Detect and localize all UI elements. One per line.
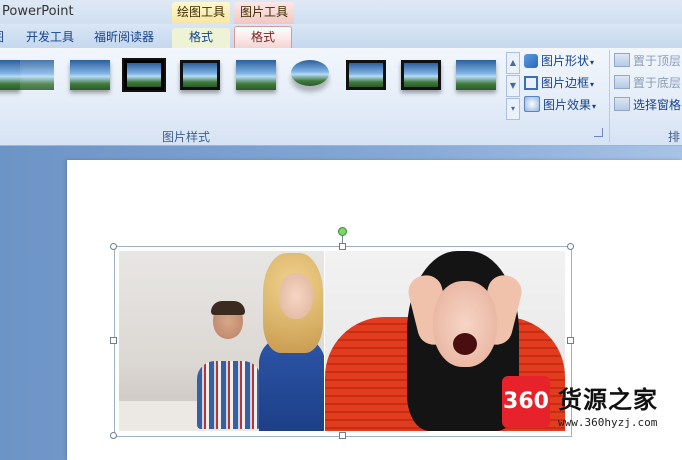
style-thumb[interactable] — [291, 60, 331, 90]
tab-developer[interactable]: 开发工具 — [26, 28, 74, 48]
picture-border-label: 图片边框 — [541, 76, 590, 90]
watermark-title: 货源之家 — [558, 386, 658, 414]
selection-pane-icon — [614, 97, 630, 111]
resize-handle-top-left[interactable] — [110, 243, 117, 250]
style-thumb[interactable] — [180, 60, 220, 90]
style-thumb[interactable] — [346, 60, 386, 90]
rotation-handle[interactable] — [338, 227, 347, 236]
title-bar: PowerPoint 绘图工具 图片工具 — [0, 0, 682, 24]
bring-to-front-button[interactable]: 置于顶层 — [614, 52, 681, 70]
picture-shape-label: 图片形状 — [541, 54, 590, 68]
resize-handle-right[interactable] — [567, 337, 574, 344]
resize-handle-left[interactable] — [110, 337, 117, 344]
group-label-arrange: 排 — [668, 130, 681, 144]
photo-couple — [119, 251, 325, 431]
gallery-more-button[interactable]: ▾ — [506, 98, 520, 120]
resize-handle-bottom-left[interactable] — [110, 432, 117, 439]
resize-handle-top[interactable] — [339, 243, 346, 250]
selection-pane-label: 选择窗格 — [633, 98, 682, 112]
picture-border-button[interactable]: 图片边框▾ — [524, 74, 594, 92]
send-back-icon — [614, 75, 630, 89]
send-to-back-button[interactable]: 置于底层 — [614, 74, 681, 92]
gallery-up-button[interactable]: ▲ — [506, 52, 520, 74]
picture-effects-label: 图片效果 — [543, 98, 592, 112]
style-thumb[interactable] — [70, 60, 110, 90]
tab-drawing-format[interactable]: 格式 — [172, 28, 230, 48]
gallery-scroll: ▲ ▼ ▾ — [506, 52, 520, 120]
tab-insert-partial[interactable]: 图 — [0, 28, 10, 48]
watermark: 360 货源之家 www.360hyzj.com — [500, 374, 682, 432]
resize-handle-bottom[interactable] — [339, 432, 346, 439]
watermark-logo: 360 — [502, 376, 550, 428]
context-tab-picture-tools: 图片工具 — [234, 2, 294, 24]
gallery-down-button[interactable]: ▼ — [506, 75, 520, 97]
send-to-back-label: 置于底层 — [633, 76, 682, 90]
picture-effects-button[interactable]: 图片效果▾ — [524, 96, 596, 114]
ribbon: ▲ ▼ ▾ 图片形状▾ 图片边框▾ 图片效果▾ 置于顶层 置于底层 选择窗格 图… — [0, 48, 682, 146]
border-icon — [524, 76, 538, 90]
style-thumb[interactable] — [401, 60, 441, 90]
tab-foxit-reader[interactable]: 福昕阅读器 — [94, 28, 154, 48]
style-thumb[interactable] — [456, 60, 496, 90]
chevron-down-icon: ▾ — [592, 102, 597, 111]
style-thumb[interactable] — [14, 60, 54, 90]
picture-style-gallery — [0, 52, 504, 122]
group-label-picture-styles: 图片样式 — [162, 130, 211, 144]
picture-shape-button[interactable]: 图片形状▾ — [524, 52, 594, 70]
style-thumb[interactable] — [236, 60, 276, 90]
style-thumb[interactable] — [122, 58, 166, 92]
dialog-launcher-icon[interactable] — [594, 128, 603, 137]
shape-icon — [524, 54, 538, 68]
bring-front-icon — [614, 53, 630, 67]
chevron-down-icon: ▾ — [590, 58, 595, 67]
bring-to-front-label: 置于顶层 — [633, 54, 682, 68]
group-separator — [609, 50, 610, 142]
tab-picture-format[interactable]: 格式 — [234, 26, 292, 49]
selection-pane-button[interactable]: 选择窗格 — [614, 96, 681, 114]
window-title: PowerPoint — [2, 4, 74, 19]
ribbon-tabs: 图 开发工具 福昕阅读器 格式 格式 — [0, 24, 682, 49]
effects-icon — [524, 96, 540, 112]
chevron-down-icon: ▾ — [590, 80, 595, 89]
resize-handle-top-right[interactable] — [567, 243, 574, 250]
watermark-url: www.360hyzj.com — [558, 416, 658, 429]
context-tab-drawing-tools: 绘图工具 — [172, 2, 230, 24]
